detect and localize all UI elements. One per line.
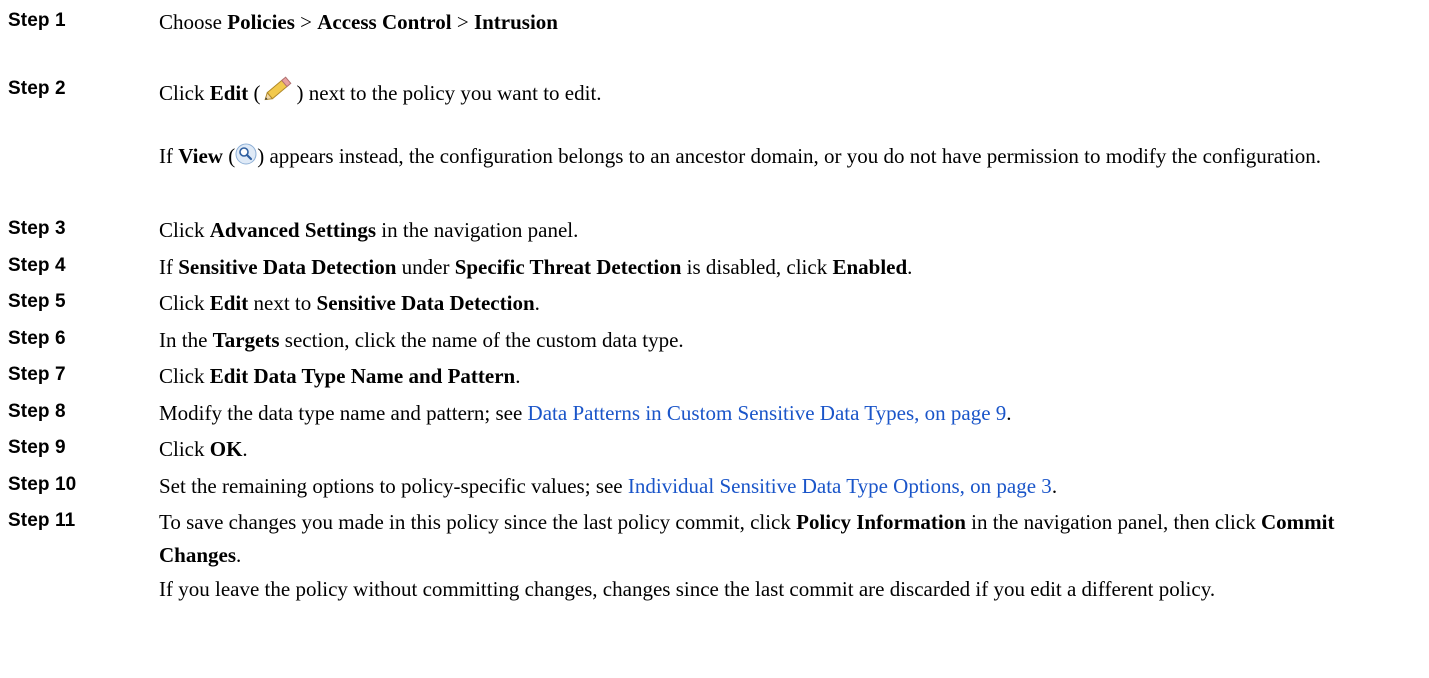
text-run: . [907,255,913,279]
text-run: If [159,144,179,168]
cross-reference-link[interactable]: Individual Sensitive Data Type Options, … [628,474,1052,498]
step-text: Click Edit ( ) next to the policy you wan… [159,74,1421,112]
step-text: In the Targets section, click the name o… [159,324,1421,357]
text-run: > [451,10,474,34]
text-run: ( [248,81,261,105]
text-run: Set the remaining options to policy-spec… [159,474,628,498]
ui-term: Sensitive Data Detection [178,255,397,279]
text-run: . [236,543,242,567]
text-run: Choose [159,10,228,34]
text-run: Click [159,291,210,315]
step-label: Step 8 [8,401,66,422]
text-run: If [159,255,179,279]
ui-term: Access Control [317,10,452,34]
step-text: Choose Policies > Access Control > Intru… [159,6,1421,39]
text-run: If you leave the policy without committi… [159,577,1216,601]
step-label: Step 2 [8,78,66,99]
ui-term: Targets [212,328,280,352]
text-run: next to [248,291,317,315]
text-run: Click [159,364,210,388]
ui-term: OK [209,437,243,461]
text-run: . [1006,401,1012,425]
text-run: . [242,437,248,461]
text-run: in the navigation panel, then click [965,510,1261,534]
text-run: In the [159,328,213,352]
step-text: To save changes you made in this policy … [159,506,1421,572]
ui-term: Sensitive Data Detection [316,291,535,315]
step-text: Modify the data type name and pattern; s… [159,397,1421,430]
magnifier-icon[interactable] [235,142,257,175]
text-run: Modify the data type name and pattern; s… [159,401,528,425]
ui-term: Policy Information [796,510,966,534]
step-text: Set the remaining options to policy-spec… [159,470,1421,503]
text-run: . [534,291,540,315]
text-run: ( [222,144,236,168]
text-run: . [1051,474,1058,498]
text-run: under [396,255,455,279]
step-label: Step 1 [8,10,66,31]
ui-term: Intrusion [473,10,558,34]
text-run: Click [159,218,210,242]
ui-term: Edit Data Type Name and Pattern [209,364,516,388]
step-note: If you leave the policy without committi… [159,573,1421,606]
step-text: Click Edit Data Type Name and Pattern. [159,360,1421,393]
ui-term: Enabled [832,255,908,279]
cross-reference-link[interactable]: Data Patterns in Custom Sensitive Data T… [528,401,1007,425]
text-run: To save changes you made in this policy … [159,510,797,534]
text-run: > [294,10,318,34]
step-label: Step 9 [8,437,66,458]
step-label: Step 5 [8,291,66,312]
step-label: Step 11 [8,510,76,531]
step-text: Click Edit next to Sensitive Data Detect… [159,287,1421,320]
ui-term: Edit [209,81,249,105]
text-run: ) appears instead, the configuration bel… [257,144,1321,168]
step-label: Step 10 [8,474,77,495]
step-label: Step 4 [8,255,66,276]
text-run: is disabled, click [681,255,833,279]
ui-term: Advanced Settings [209,218,377,242]
text-run: . [515,364,521,388]
text-run: Click [159,437,210,461]
ui-term: Edit [209,291,249,315]
ui-term: Specific Threat Detection [454,255,682,279]
text-run: Click [159,81,210,105]
step-label: Step 3 [8,218,66,239]
text-run: ) next to the policy you want to edit. [296,81,602,105]
step-text: Click Advanced Settings in the navigatio… [159,214,1421,247]
text-run: in the navigation panel. [376,218,579,242]
text-run: section, click the name of the custom da… [279,328,684,352]
step-label: Step 6 [8,328,66,349]
pencil-icon[interactable] [261,74,297,112]
step-text: If Sensitive Data Detection under Specif… [159,251,1421,284]
ui-term: View [178,144,223,168]
step-note: If View ( ) appears instead, the configur… [159,140,1421,175]
step-text: Click OK. [159,433,1421,466]
step-label: Step 7 [8,364,66,385]
ui-term: Policies [227,10,295,34]
